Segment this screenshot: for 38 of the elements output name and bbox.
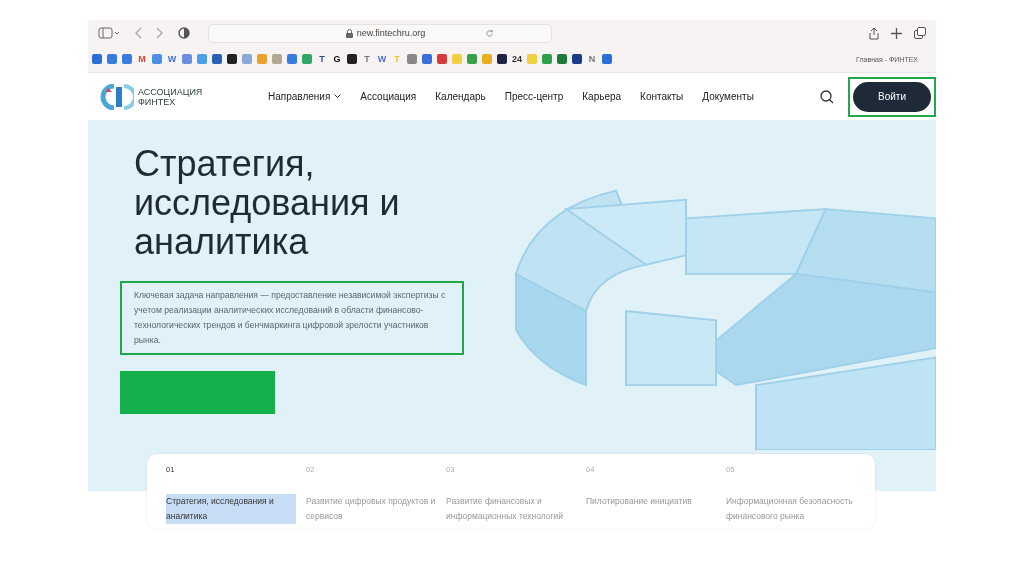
nav-link[interactable]: Пресс-центр xyxy=(504,91,564,102)
bookmark-icon[interactable] xyxy=(227,54,237,64)
forward-icon[interactable] xyxy=(156,27,164,39)
bookmark-icon[interactable] xyxy=(212,54,222,64)
bookmark-icon[interactable]: T xyxy=(317,54,327,64)
bookmark-icon[interactable]: M xyxy=(137,54,147,64)
search-icon[interactable] xyxy=(820,89,834,104)
reload-icon[interactable] xyxy=(485,28,495,38)
url-text: new.fintechru.org xyxy=(356,28,426,38)
nav-link[interactable]: Ассоциация xyxy=(360,91,417,102)
nav-link[interactable]: Направления xyxy=(268,91,342,102)
back-icon[interactable] xyxy=(134,27,142,39)
nav-link[interactable]: Документы xyxy=(702,91,754,102)
plus-icon[interactable] xyxy=(891,27,902,39)
tabs-icon[interactable] xyxy=(914,27,926,39)
bookmark-icon[interactable] xyxy=(557,54,567,64)
logo-text: АССОЦИАЦИЯ ФИНТЕХ xyxy=(138,86,203,107)
bookmark-icon[interactable] xyxy=(347,54,357,64)
bookmark-icon[interactable]: G xyxy=(332,54,342,64)
bookmark-icon[interactable]: W xyxy=(167,54,177,64)
bookmark-icon[interactable]: 24 xyxy=(512,54,522,64)
bookmark-icon[interactable]: N xyxy=(587,54,597,64)
bookmark-icon[interactable] xyxy=(497,54,507,64)
login-button[interactable]: Войти xyxy=(853,81,931,112)
chevron-icon xyxy=(334,94,342,99)
share-icon[interactable] xyxy=(869,26,879,40)
nav-link[interactable]: Контакты xyxy=(640,91,684,102)
nav-link[interactable]: Карьера xyxy=(582,91,622,102)
sidebar-icon[interactable] xyxy=(98,26,120,40)
bookmark-icon[interactable]: T xyxy=(362,54,372,64)
address-bar[interactable]: new.fintechru.org xyxy=(208,23,552,43)
bookmark-icon[interactable]: W xyxy=(377,54,387,64)
logo-icon[interactable] xyxy=(100,83,134,110)
hero-title: Стратегия, исследования и аналитика xyxy=(134,144,401,261)
nav-link[interactable]: Календарь xyxy=(435,91,486,102)
lock-icon xyxy=(345,28,353,38)
hero-description: Ключевая задача направления — предоставление независимой экспертизы с учетом реализации аналитических исследований в области финансово-технологических трендов и бенчмаркинга цифровой зрелости участников рынка. xyxy=(134,289,447,347)
bookmark-icon[interactable] xyxy=(572,54,582,64)
